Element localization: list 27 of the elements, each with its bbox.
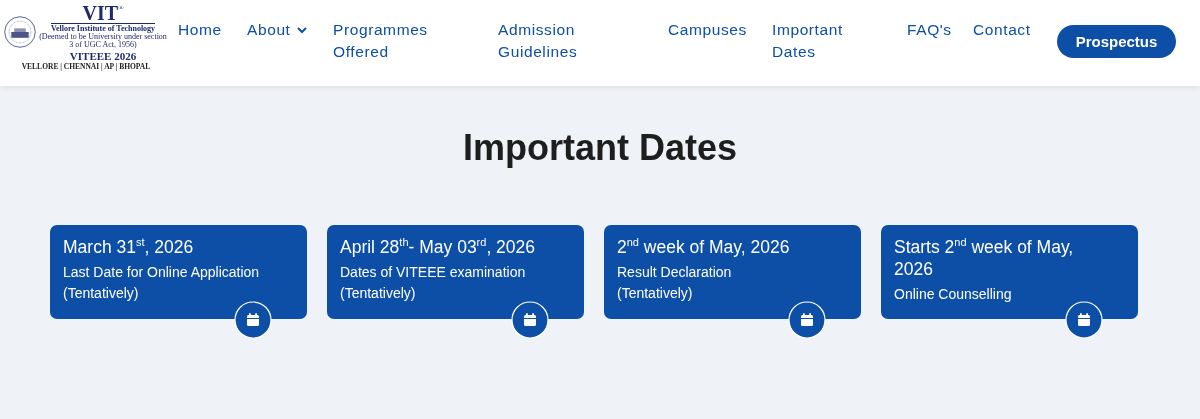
chevron-down-icon	[296, 26, 307, 34]
tentative-note: (Tentatively)	[340, 284, 417, 303]
nav-link[interactable]: Home	[178, 19, 222, 41]
date-description: Dates of VITEEE examination	[340, 263, 527, 282]
page-heading: Important Dates	[461, 126, 738, 170]
nav-link[interactable]: Important Dates	[772, 19, 843, 63]
date-description: Result Declaration	[617, 263, 733, 282]
date-title: April 28$^{th}$- May 03$^{rd}$, 2026	[340, 236, 537, 258]
institute-note: (Deemed to be University under section 3 of UGC Act, 1956)	[38, 33, 168, 49]
nav-link[interactable]: Admission Guidelines	[498, 19, 578, 63]
date-title: Starts 2$^{nd}$ week of May, 2026	[894, 236, 1075, 280]
prospectus-button[interactable]: Prospectus	[1057, 25, 1176, 58]
institute-name: Vellore Institute of Technology	[50, 23, 156, 33]
nav-link[interactable]: FAQ's	[907, 19, 952, 41]
seal-icon	[4, 16, 36, 48]
date-title: March 31$^{st}$, 2026	[63, 236, 195, 258]
event-title: VITEEE 2026	[69, 50, 137, 62]
date-title: 2$^{nd}$ week of May, 2026	[617, 236, 791, 258]
tentative-note: (Tentatively)	[63, 284, 140, 303]
date-description: Online Counselling	[894, 285, 1013, 304]
date-description: Last Date for Online Application	[63, 263, 261, 282]
nav-link[interactable]: Programmes Offered	[333, 19, 428, 63]
tentative-note: (Tentatively)	[617, 284, 694, 303]
nav-dropdown[interactable]: About	[247, 19, 307, 41]
nav-link[interactable]: Campuses	[668, 19, 747, 41]
logo-wordmark: VIT	[82, 4, 119, 23]
nav-link[interactable]: Contact	[973, 19, 1031, 41]
